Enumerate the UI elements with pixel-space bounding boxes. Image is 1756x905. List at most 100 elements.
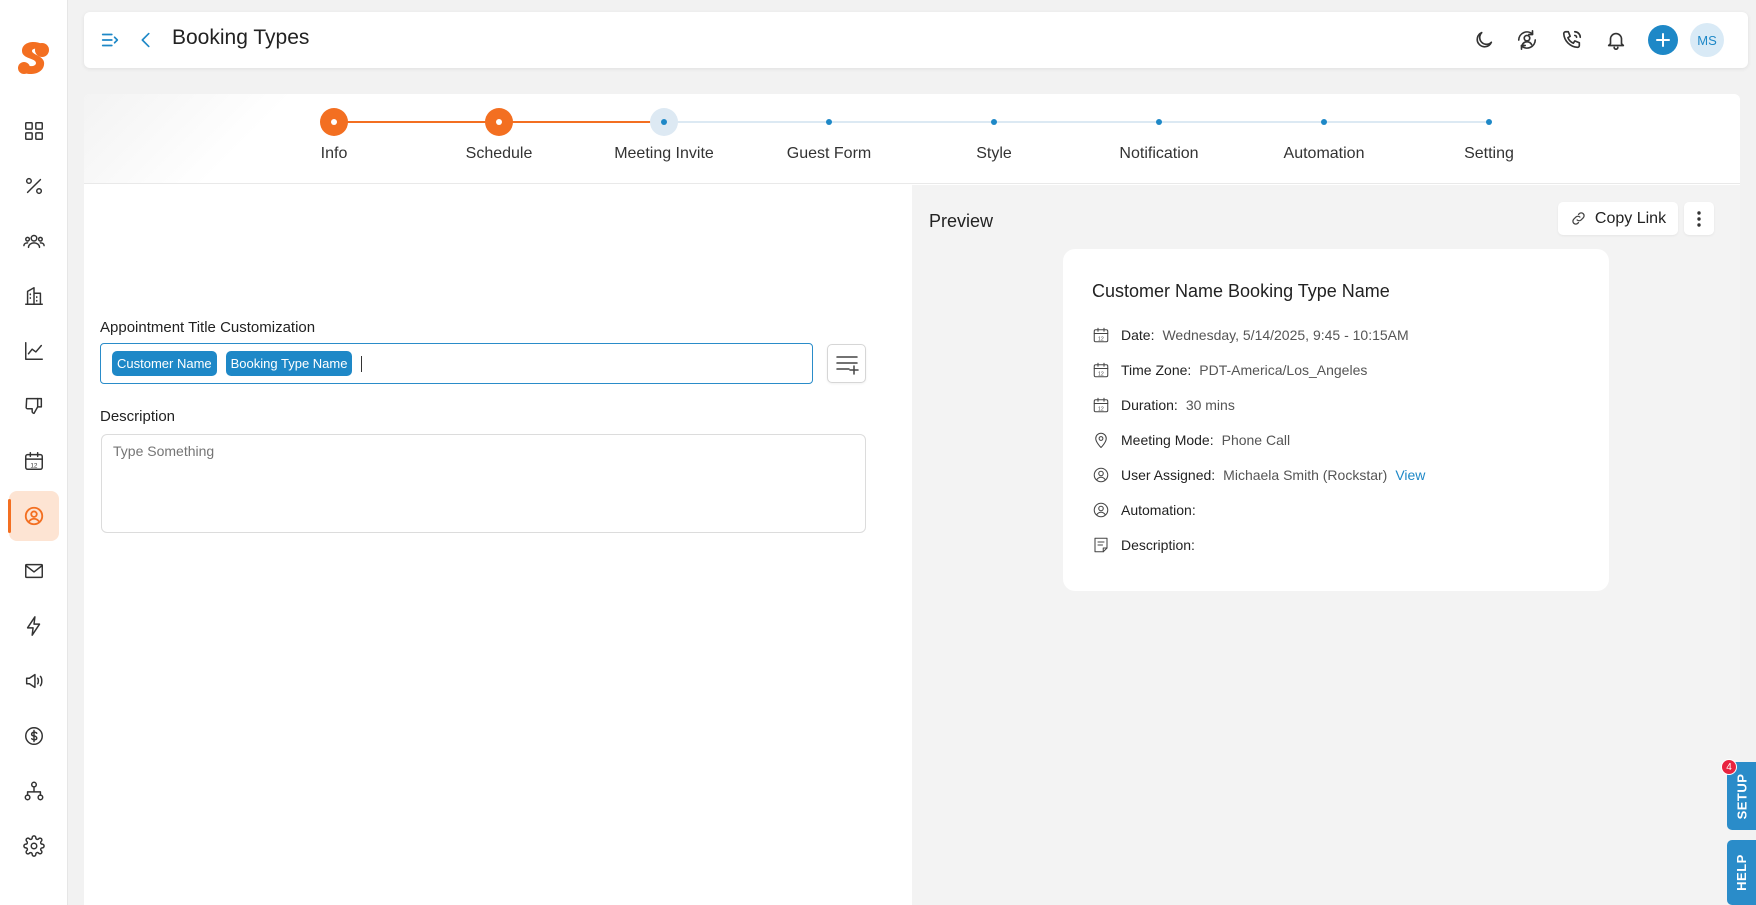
step-indicator <box>980 108 1008 136</box>
back-icon[interactable] <box>134 28 158 52</box>
step-indicator <box>815 108 843 136</box>
sidebar-toggle-icon[interactable] <box>98 28 122 52</box>
step-connector <box>664 121 1489 123</box>
sidebar: 12 <box>0 0 68 905</box>
calendar-icon: 12 <box>1093 362 1109 378</box>
sidebar-item-email[interactable] <box>9 546 59 596</box>
help-tab[interactable]: HELP <box>1727 840 1756 905</box>
step-indicator <box>1310 108 1338 136</box>
mail-icon <box>25 563 43 579</box>
top-header: Booking Types MS <box>84 12 1748 68</box>
wizard-stepper: Info Schedule Meeting Invite Guest Form … <box>84 94 1740 184</box>
row-key: Description: <box>1121 537 1195 553</box>
setup-count-badge: 4 <box>1721 759 1737 775</box>
token-chip[interactable]: Customer Name <box>112 351 217 376</box>
list-add-icon <box>835 355 859 375</box>
step-connector <box>334 121 499 123</box>
sync-user-icon[interactable] <box>1515 28 1539 52</box>
preview-row-description: Description: <box>1092 535 1203 555</box>
step-current-indicator <box>650 108 678 136</box>
user-circle-icon <box>1093 467 1109 483</box>
sidebar-item-workflow[interactable] <box>9 766 59 816</box>
page-title: Booking Types <box>172 26 310 49</box>
preview-row-duration: 12 Duration: 30 mins <box>1092 395 1235 415</box>
phone-icon[interactable] <box>1560 28 1584 52</box>
calendar-icon: 12 <box>25 452 43 470</box>
row-value: Michaela Smith (Rockstar) <box>1223 467 1388 483</box>
hierarchy-icon <box>24 781 44 801</box>
appointment-title-input[interactable]: Customer Name Booking Type Name <box>100 343 813 384</box>
step-label: Schedule <box>465 145 533 162</box>
row-key: User Assigned: <box>1121 467 1216 483</box>
row-key: Automation: <box>1121 502 1196 518</box>
preview-panel: Preview Copy Link Customer Name Booking … <box>912 185 1740 905</box>
row-key: Duration: <box>1121 397 1178 413</box>
sidebar-item-settings[interactable] <box>9 821 59 871</box>
setup-tab-label: SETUP <box>1734 773 1749 819</box>
kebab-icon <box>1697 210 1701 227</box>
sidebar-item-companies[interactable] <box>9 271 59 321</box>
sidebar-item-dashboard[interactable] <box>9 106 59 156</box>
row-value: PDT-America/Los_Angeles <box>1199 362 1368 378</box>
sidebar-item-contacts[interactable] <box>9 216 59 266</box>
preview-card: Customer Name Booking Type Name 12 Date:… <box>1063 249 1609 591</box>
step-connector <box>499 121 664 123</box>
app-logo[interactable] <box>12 38 54 80</box>
preview-row-user-assigned: User Assigned: Michaela Smith (Rockstar)… <box>1092 465 1425 485</box>
preview-row-automation: Automation: <box>1092 500 1204 520</box>
sidebar-item-deals[interactable] <box>9 161 59 211</box>
preview-card-title: Customer Name Booking Type Name <box>1092 281 1390 301</box>
dollar-icon <box>25 727 43 745</box>
location-pin-icon <box>1095 432 1107 449</box>
users-icon <box>23 234 45 249</box>
sidebar-item-billing[interactable] <box>9 711 59 761</box>
appointment-title-label: Appointment Title Customization <box>100 319 316 336</box>
avatar[interactable]: MS <box>1690 23 1724 57</box>
bolt-icon <box>26 616 41 636</box>
row-key: Meeting Mode: <box>1121 432 1214 448</box>
sidebar-item-booking[interactable] <box>8 491 59 541</box>
row-value: 30 mins <box>1185 397 1235 413</box>
sidebar-item-automation[interactable] <box>9 601 59 651</box>
preview-row-timezone: 12 Time Zone: PDT-America/Los_Angeles <box>1092 360 1367 380</box>
plus-icon <box>1656 33 1670 47</box>
gear-icon <box>23 835 45 857</box>
step-done-indicator <box>485 108 513 136</box>
more-options-button[interactable] <box>1684 202 1714 235</box>
insert-token-button[interactable] <box>827 344 866 383</box>
description-textarea[interactable] <box>101 434 866 533</box>
preview-row-meeting-mode: Meeting Mode: Phone Call <box>1092 430 1290 450</box>
svg-text:12: 12 <box>1098 406 1104 412</box>
thumbs-down-icon <box>25 397 43 415</box>
help-tab-label: HELP <box>1734 854 1750 891</box>
copy-link-button[interactable]: Copy Link <box>1558 202 1678 235</box>
step-done-indicator <box>320 108 348 136</box>
add-button[interactable] <box>1648 25 1678 55</box>
bell-icon[interactable] <box>1604 28 1628 52</box>
moon-icon[interactable] <box>1472 28 1496 52</box>
sidebar-item-campaigns[interactable] <box>9 656 59 706</box>
calendar-icon: 12 <box>1093 397 1109 413</box>
step-label: Setting <box>1464 145 1514 162</box>
percent-icon <box>25 177 43 195</box>
step-label: Notification <box>1119 145 1199 162</box>
token-chip[interactable]: Booking Type Name <box>225 351 353 376</box>
step-indicator <box>1475 108 1503 136</box>
step-label: Meeting Invite <box>614 145 714 162</box>
sidebar-item-feedback[interactable] <box>9 381 59 431</box>
building-icon <box>25 287 43 305</box>
row-key: Date: <box>1121 327 1155 343</box>
view-user-link[interactable]: View <box>1395 467 1425 483</box>
copy-link-label: Copy Link <box>1594 209 1667 227</box>
step-label: Automation <box>1283 145 1365 162</box>
sidebar-item-calendar[interactable]: 12 <box>9 436 59 486</box>
preview-row-date: 12 Date: Wednesday, 5/14/2025, 9:45 - 10… <box>1092 325 1409 345</box>
text-caret <box>361 355 363 372</box>
step-label: Style <box>976 145 1012 162</box>
calendar-icon: 12 <box>1093 327 1109 343</box>
preview-heading: Preview <box>929 211 994 231</box>
row-key: Time Zone: <box>1121 362 1192 378</box>
megaphone-icon <box>25 673 43 689</box>
sidebar-item-reports[interactable] <box>9 326 59 376</box>
svg-text:12: 12 <box>1098 336 1104 342</box>
